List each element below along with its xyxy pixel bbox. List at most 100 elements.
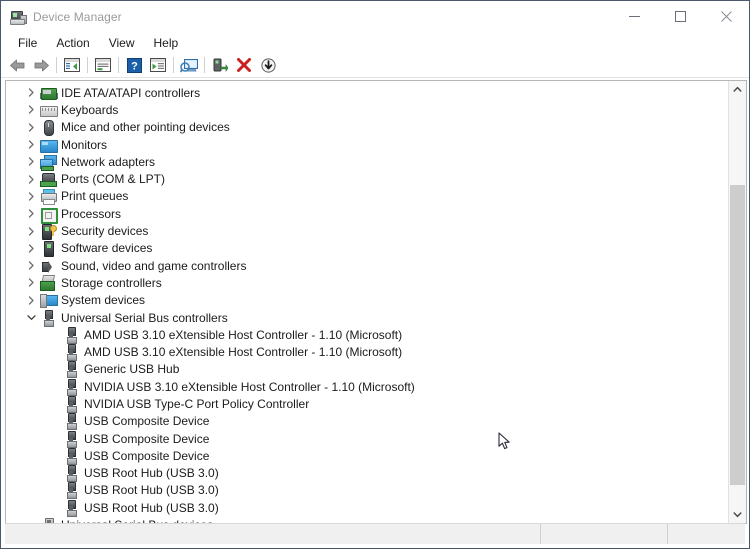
usb-device-icon bbox=[63, 413, 79, 431]
printer-icon bbox=[40, 188, 57, 206]
tree-node-amd-usb-host-controller-1[interactable]: AMD USB 3.10 eXtensible Host Controller … bbox=[6, 326, 728, 344]
tree-node-label: NVIDIA USB 3.10 eXtensible Host Controll… bbox=[84, 379, 415, 394]
enable-device-button[interactable] bbox=[256, 54, 280, 76]
tree-node-label: System devices bbox=[61, 293, 146, 308]
close-button[interactable] bbox=[703, 1, 749, 32]
chevron-right-icon[interactable] bbox=[23, 84, 40, 101]
chevron-right-icon[interactable] bbox=[23, 188, 40, 205]
tree-node-label: Generic USB Hub bbox=[84, 362, 180, 377]
tree-node-label: Processors bbox=[61, 206, 122, 221]
storage-controller-icon bbox=[40, 274, 56, 291]
tree-node-processors[interactable]: Processors bbox=[6, 205, 728, 224]
status-segment-2 bbox=[541, 524, 668, 544]
tree-node-storage-controllers[interactable]: Storage controllers bbox=[6, 274, 728, 291]
show-hide-console-tree-button[interactable] bbox=[60, 54, 84, 76]
toolbar-separator-3 bbox=[118, 57, 119, 73]
tree-node-label: USB Root Hub (USB 3.0) bbox=[84, 483, 219, 498]
menu-file[interactable]: File bbox=[9, 34, 46, 52]
tree-node-label: USB Composite Device bbox=[84, 431, 210, 446]
tree-node-label: Monitors bbox=[61, 137, 108, 152]
usb-device-icon bbox=[63, 395, 79, 413]
chevron-right-icon[interactable] bbox=[23, 136, 40, 153]
toolbar-separator-4 bbox=[173, 57, 174, 73]
security-device-icon bbox=[40, 223, 57, 241]
tree-node-usb-composite-device-1[interactable]: USB Composite Device bbox=[6, 413, 728, 431]
forward-button[interactable] bbox=[29, 54, 53, 76]
menu-action[interactable]: Action bbox=[47, 34, 98, 52]
usb-device-icon bbox=[63, 344, 79, 362]
sound-device-icon bbox=[40, 258, 56, 274]
tree-node-label: Universal Serial Bus controllers bbox=[61, 310, 228, 325]
tree-node-label: IDE ATA/ATAPI controllers bbox=[61, 85, 201, 100]
software-device-icon bbox=[40, 240, 56, 258]
tree-node-keyboards[interactable]: Keyboards bbox=[6, 101, 728, 118]
usb-device-icon bbox=[63, 465, 79, 483]
tree-node-usb-root-hub-2[interactable]: USB Root Hub (USB 3.0) bbox=[6, 482, 728, 500]
tree-node-label: Storage controllers bbox=[61, 275, 162, 290]
uninstall-device-button[interactable] bbox=[208, 54, 232, 76]
chevron-right-icon[interactable] bbox=[23, 205, 40, 222]
tree-node-nvidia-usb-type-c-port-policy-controller[interactable]: NVIDIA USB Type-C Port Policy Controller bbox=[6, 395, 728, 413]
processor-icon bbox=[40, 206, 58, 224]
tree-node-ports-com-and-lpt[interactable]: Ports (COM & LPT) bbox=[6, 170, 728, 188]
scrollbar-down-button[interactable] bbox=[729, 506, 746, 523]
help-button[interactable]: ? bbox=[122, 54, 146, 76]
tree-node-usb-composite-device-3[interactable]: USB Composite Device bbox=[6, 447, 728, 465]
chevron-right-icon[interactable] bbox=[23, 119, 40, 136]
tree-node-universal-serial-bus-controllers[interactable]: Universal Serial Bus controllers bbox=[6, 309, 728, 327]
tree-node-universal-serial-bus-devices[interactable]: Universal Serial Bus devices bbox=[6, 516, 728, 523]
maximize-button[interactable] bbox=[657, 1, 703, 32]
tree-node-usb-root-hub-1[interactable]: USB Root Hub (USB 3.0) bbox=[6, 465, 728, 483]
tree-node-nvidia-usb-host-controller[interactable]: NVIDIA USB 3.10 eXtensible Host Controll… bbox=[6, 378, 728, 396]
scrollbar-up-button[interactable] bbox=[729, 81, 746, 98]
disable-device-button[interactable] bbox=[232, 54, 256, 76]
scan-for-hardware-changes-button[interactable] bbox=[177, 54, 201, 76]
chevron-right-icon[interactable] bbox=[23, 240, 40, 257]
usb-device-icon bbox=[63, 447, 79, 465]
chevron-right-icon[interactable] bbox=[23, 223, 40, 240]
tree-node-print-queues[interactable]: Print queues bbox=[6, 188, 728, 206]
chevron-right-icon[interactable] bbox=[23, 292, 40, 309]
device-manager-window: Device Manager File Action View Help ? I… bbox=[0, 0, 750, 549]
tree-node-ide-ata-atapi-controllers[interactable]: IDE ATA/ATAPI controllers bbox=[6, 84, 728, 101]
chevron-right-icon[interactable] bbox=[23, 153, 40, 170]
properties-button[interactable] bbox=[91, 54, 115, 76]
device-tree[interactable]: IDE ATA/ATAPI controllers Keyboards Mice… bbox=[6, 81, 728, 523]
minimize-button[interactable] bbox=[611, 1, 657, 32]
tree-node-amd-usb-host-controller-2[interactable]: AMD USB 3.10 eXtensible Host Controller … bbox=[6, 343, 728, 362]
chevron-right-icon[interactable] bbox=[23, 257, 40, 274]
chevron-right-icon[interactable] bbox=[23, 274, 40, 291]
tree-node-label: Network adapters bbox=[61, 154, 156, 169]
tree-node-generic-usb-hub[interactable]: Generic USB Hub bbox=[6, 361, 728, 379]
usb-device-icon bbox=[63, 430, 79, 448]
tree-node-mice-and-other-pointing-devices[interactable]: Mice and other pointing devices bbox=[6, 119, 728, 137]
tree-node-label: Keyboards bbox=[61, 102, 119, 117]
update-driver-button[interactable] bbox=[146, 54, 170, 76]
tree-node-usb-composite-device-2[interactable]: USB Composite Device bbox=[6, 430, 728, 448]
chevron-right-icon[interactable] bbox=[23, 101, 40, 118]
svg-text:?: ? bbox=[131, 60, 138, 72]
tree-node-usb-root-hub-3[interactable]: USB Root Hub (USB 3.0) bbox=[6, 499, 728, 517]
chevron-down-icon[interactable] bbox=[23, 309, 40, 326]
vertical-scrollbar[interactable] bbox=[728, 81, 746, 523]
usb-device-icon bbox=[63, 361, 79, 379]
chevron-right-icon[interactable] bbox=[23, 171, 40, 188]
tree-node-software-devices[interactable]: Software devices bbox=[6, 240, 728, 258]
port-icon bbox=[40, 171, 57, 188]
menu-bar: File Action View Help bbox=[1, 32, 749, 53]
tree-node-security-devices[interactable]: Security devices bbox=[6, 222, 728, 241]
tree-node-label: NVIDIA USB Type-C Port Policy Controller bbox=[84, 396, 310, 411]
scrollbar-thumb[interactable] bbox=[730, 185, 745, 485]
menu-help[interactable]: Help bbox=[145, 34, 188, 52]
system-device-icon bbox=[40, 292, 58, 309]
tree-node-network-adapters[interactable]: Network adapters bbox=[6, 153, 728, 171]
usb-device-icon bbox=[63, 378, 79, 396]
usb-controller-icon bbox=[40, 309, 56, 327]
tree-node-label: Security devices bbox=[61, 224, 149, 239]
device-tree-pane: IDE ATA/ATAPI controllers Keyboards Mice… bbox=[5, 80, 747, 524]
tree-node-monitors[interactable]: Monitors bbox=[6, 136, 728, 153]
tree-node-sound-video-and-game-controllers[interactable]: Sound, video and game controllers bbox=[6, 257, 728, 274]
menu-view[interactable]: View bbox=[100, 34, 144, 52]
tree-node-system-devices[interactable]: System devices bbox=[6, 292, 728, 309]
back-button[interactable] bbox=[5, 54, 29, 76]
